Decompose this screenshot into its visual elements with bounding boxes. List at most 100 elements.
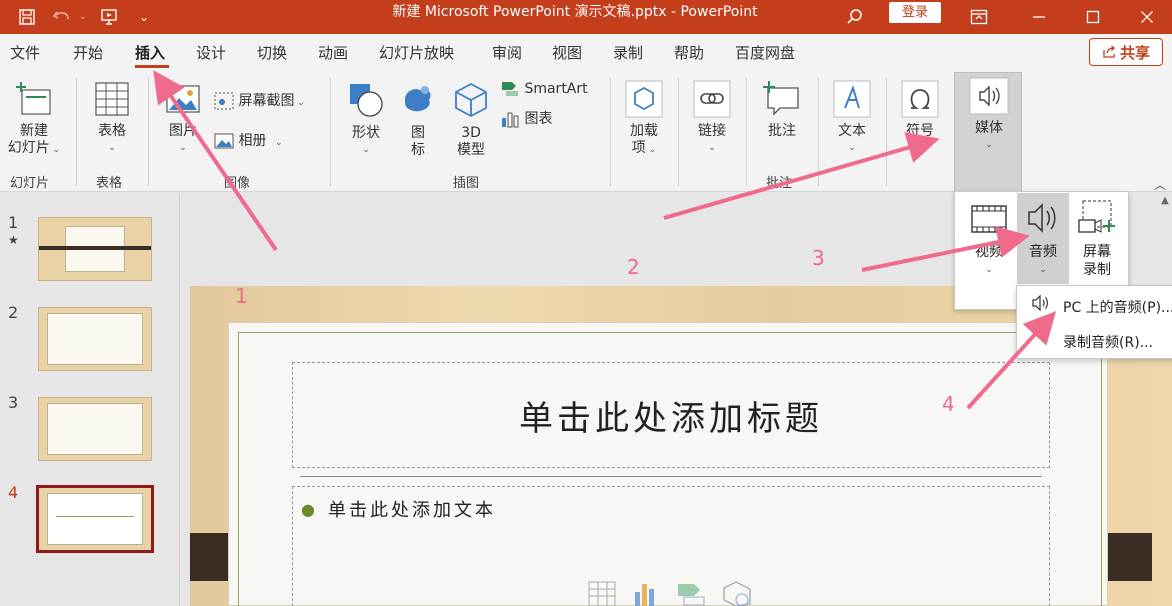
tab-baidu-netdisk[interactable]: 百度网盘 [735, 42, 795, 63]
media-button[interactable]: 媒体 ⌄ [954, 72, 1022, 192]
icons-label-1: 图 [411, 125, 425, 141]
thumbnail-number: 1 [8, 213, 19, 232]
screenshot-button[interactable]: 屏幕截图 ⌄ [214, 90, 305, 110]
insert-3d-model-icon[interactable] [723, 581, 751, 606]
tab-record[interactable]: 录制 [613, 42, 643, 63]
collapse-ribbon-icon[interactable]: ︿ [1154, 176, 1166, 193]
speaker-icon [969, 77, 1009, 115]
add-ins-button[interactable]: 加载 项 ⌄ [620, 80, 668, 159]
undo-icon[interactable] [48, 0, 76, 34]
smartart-icon [502, 82, 518, 96]
scrollbar-up-icon[interactable]: ▲ [1158, 195, 1172, 215]
new-slide-label-1: 新建 [20, 123, 48, 139]
shapes-button[interactable]: 形状 ⌄ [343, 80, 389, 159]
text-button[interactable]: 文本 ⌄ [828, 80, 876, 157]
tab-transitions[interactable]: 切换 [257, 42, 287, 63]
maximize-icon[interactable] [1078, 0, 1108, 34]
thumbnail-number: 3 [8, 393, 19, 412]
picture-button[interactable]: 图片 ⌄ [160, 80, 206, 157]
3d-model-label-2: 模型 [457, 142, 485, 158]
table-icon [95, 82, 129, 116]
group-label-illustrations: 插图 [453, 176, 480, 191]
screenshot-label: 屏幕截图 [238, 93, 295, 109]
chart-label: 图表 [524, 111, 553, 127]
save-icon[interactable] [14, 0, 40, 34]
video-label: 视频 [975, 244, 1003, 260]
share-button[interactable]: 共享 [1089, 38, 1163, 66]
tab-home[interactable]: 开始 [73, 42, 103, 63]
slide-thumbnail-1[interactable] [38, 217, 152, 281]
tab-file[interactable]: 文件 [10, 42, 40, 63]
login-button[interactable]: 登录 [889, 2, 941, 23]
insert-chart-icon[interactable] [635, 584, 654, 606]
photo-album-button[interactable]: 相册 ⌄ [214, 130, 283, 150]
insert-smartart-icon[interactable] [678, 584, 705, 606]
picture-label: 图片 [169, 123, 197, 139]
icons-button[interactable]: 图 标 [398, 80, 438, 159]
speaker-icon [1032, 294, 1048, 312]
link-label: 链接 [698, 123, 726, 139]
undo-dropdown-icon[interactable]: ⌄ [78, 0, 88, 34]
tab-view[interactable]: 视图 [552, 42, 582, 63]
3d-model-label-1: 3D [461, 125, 481, 141]
film-icon [971, 205, 1007, 233]
annotation-number-2: 2 [627, 255, 640, 279]
audio-from-pc-item[interactable]: PC 上的音频(P)... [1063, 297, 1172, 317]
annotation-number-4: 4 [942, 392, 955, 416]
annotation-number-3: 3 [812, 246, 825, 270]
comment-label: 批注 [768, 123, 796, 139]
new-slide-button[interactable]: 新建 幻灯片 ⌄ [4, 80, 64, 159]
video-menu-item[interactable]: 视频 ⌄ [963, 192, 1015, 285]
smartart-button[interactable]: SmartArt [500, 80, 588, 98]
audio-submenu: PC 上的音频(P)... 录制音频(R)... [1016, 285, 1172, 359]
separator [818, 78, 819, 186]
link-button[interactable]: 链接 ⌄ [688, 80, 736, 157]
group-label-tables: 表格 [96, 176, 123, 191]
divider [300, 476, 1042, 477]
tab-animations[interactable]: 动画 [318, 42, 348, 63]
separator [746, 78, 747, 186]
share-label: 共享 [1119, 43, 1150, 62]
bullet-icon: ● [301, 500, 315, 519]
table-button[interactable]: 表格 ⌄ [84, 80, 140, 157]
table-label: 表格 [98, 123, 126, 139]
3d-model-icon [455, 82, 487, 118]
symbols-button[interactable]: 符号 ⌄ [896, 80, 944, 157]
tab-insert[interactable]: 插入 [135, 42, 165, 63]
tab-review[interactable]: 审阅 [492, 42, 522, 63]
slide-thumbnail-pane: 1 ★ 2 3 4 [0, 193, 180, 606]
insert-table-icon[interactable] [588, 581, 616, 606]
media-label: 媒体 [975, 120, 1003, 136]
screen-recording-label-1: 屏幕 [1083, 244, 1111, 260]
slide-thumbnail-2[interactable] [38, 307, 152, 371]
audio-menu-item[interactable]: 音频 ⌄ [1017, 192, 1069, 285]
speaker-icon [1028, 203, 1056, 233]
tab-design[interactable]: 设计 [196, 42, 226, 63]
comment-button[interactable]: 批注 [756, 80, 808, 140]
separator [148, 78, 149, 186]
icons-icon [405, 86, 431, 112]
search-icon[interactable] [842, 0, 868, 34]
tab-help[interactable]: 帮助 [674, 42, 704, 63]
thumbnail-number: 2 [8, 303, 19, 322]
audio-label: 音频 [1029, 244, 1057, 260]
slide-thumbnail-3[interactable] [38, 397, 152, 461]
present-from-start-icon[interactable] [96, 0, 122, 34]
add-ins-label-1: 加载 [630, 123, 658, 139]
link-icon [693, 80, 731, 118]
record-audio-item[interactable]: 录制音频(R)... [1063, 332, 1153, 352]
screen-recording-label-2: 录制 [1083, 262, 1111, 278]
shapes-label: 形状 [352, 125, 380, 141]
close-icon[interactable] [1132, 0, 1162, 34]
group-label-comments: 批注 [766, 176, 793, 191]
customize-toolbar-icon[interactable]: ⌄ [136, 0, 152, 34]
3d-models-button[interactable]: 3D 模型 [448, 80, 494, 159]
group-label-images: 图像 [224, 176, 251, 191]
ribbon-display-options-icon[interactable] [966, 0, 992, 34]
slide-thumbnail-4-selected[interactable] [36, 485, 154, 553]
title-placeholder[interactable]: 单击此处添加标题 [292, 362, 1050, 468]
tab-slideshow[interactable]: 幻灯片放映 [379, 42, 454, 63]
chart-button[interactable]: 图表 [500, 108, 552, 128]
minimize-icon[interactable] [1024, 0, 1054, 34]
screen-recording-menu-item[interactable]: 屏幕 录制 [1069, 192, 1125, 285]
